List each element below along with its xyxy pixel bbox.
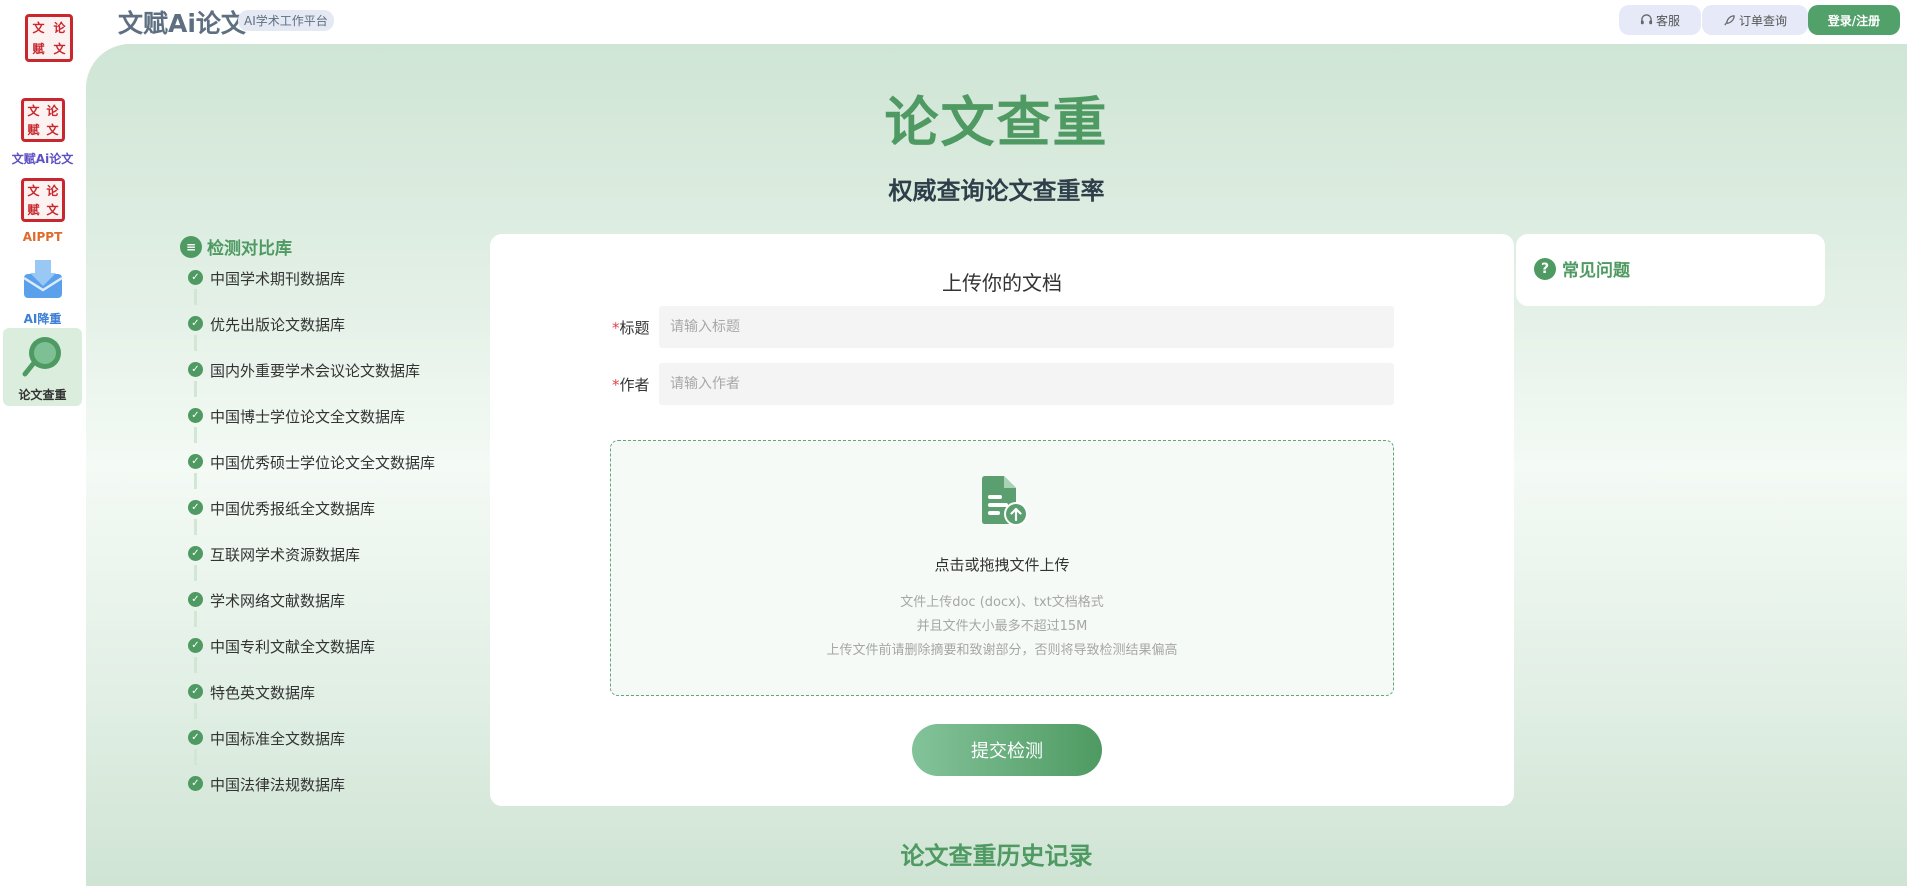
- layers-icon: ≡: [180, 235, 202, 258]
- check-circle-icon: ✓: [188, 500, 203, 515]
- check-circle-icon: ✓: [188, 546, 203, 561]
- dropzone-text: 点击或拖拽文件上传: [934, 556, 1070, 574]
- main-area: 论文查重 权威查询论文查重率 ≡ 检测对比库 ✓ 中国学术期刊数据库 ✓ 优先出版论…: [86, 44, 1907, 886]
- list-item: ✓ 中国学术期刊数据库: [188, 268, 435, 314]
- faq-title: 常见问题: [1562, 261, 1630, 281]
- sidebar-item-label: AIPPT: [22, 230, 63, 244]
- file-upload-icon: [982, 476, 1028, 526]
- sidebar-item-wenfu-ai[interactable]: 文论 赋文 文赋Ai论文: [3, 92, 82, 170]
- db-list: ✓ 中国学术期刊数据库 ✓ 优先出版论文数据库 ✓ 国内外重要学术会议论文数据库 ✓ 中…: [188, 268, 435, 820]
- check-circle-icon: ✓: [188, 592, 203, 607]
- magnifier-icon: [22, 337, 61, 377]
- sidebar-item-plagiarism-check[interactable]: 论文查重: [3, 328, 82, 406]
- list-item: ✓ 中国标准全文数据库: [188, 728, 435, 774]
- check-circle-icon: ✓: [188, 408, 203, 423]
- list-item: ✓ 国内外重要学术会议论文数据库: [188, 360, 435, 406]
- app-logo[interactable]: 文 论 赋 文: [25, 14, 73, 62]
- list-item: ✓ 中国优秀报纸全文数据库: [188, 498, 435, 544]
- order-query-button[interactable]: 订单查询: [1702, 5, 1808, 35]
- check-circle-icon: ✓: [188, 362, 203, 377]
- list-item: ✓ 中国专利文献全文数据库: [188, 636, 435, 682]
- faq-panel[interactable]: ? 常见问题: [1516, 234, 1825, 306]
- db-heading: ≡ 检测对比库: [180, 234, 292, 259]
- check-circle-icon: ✓: [188, 316, 203, 331]
- list-item: ✓ 学术网络文献数据库: [188, 590, 435, 636]
- brand-subtitle-badge: AI学术工作平台: [238, 10, 334, 31]
- list-item: ✓ 中国优秀硕士学位论文全文数据库: [188, 452, 435, 498]
- dropzone-hint: 上传文件前请删除摘要和致谢部分，否则将导致检测结果偏高: [826, 643, 1178, 658]
- author-input[interactable]: [659, 363, 1394, 405]
- page-subtitle: 权威查询论文查重率: [888, 177, 1105, 205]
- check-circle-icon: ✓: [188, 270, 203, 285]
- upload-card: 上传你的文档 *标题 *作者 点击或拖拽文件上传 文件上传doc (docx)、…: [490, 234, 1514, 806]
- download-envelope-icon: [23, 260, 63, 298]
- list-item: ✓ 特色英文数据库: [188, 682, 435, 728]
- upload-card-title: 上传你的文档: [942, 271, 1062, 295]
- check-circle-icon: ✓: [188, 776, 203, 791]
- sidebar-item-label: 文赋Ai论文: [11, 152, 74, 166]
- dropzone-hint: 并且文件大小最多不超过15M: [916, 619, 1088, 634]
- list-item: ✓ 中国法律法规数据库: [188, 774, 435, 820]
- ppt-seal-icon: 文论 赋文: [21, 178, 65, 222]
- rocket-icon: [1724, 14, 1735, 25]
- author-label: *作者: [612, 376, 650, 394]
- wenfu-seal-icon: 文论 赋文: [21, 98, 65, 142]
- title-label: *标题: [612, 319, 650, 337]
- sidebar-item-ai-rewrite[interactable]: AI降重: [3, 252, 82, 330]
- sidebar-item-label: 论文查重: [18, 388, 67, 402]
- login-register-button[interactable]: 登录/注册: [1808, 5, 1900, 35]
- page-title: 论文查重: [884, 91, 1109, 154]
- sidebar-item-label: AI降重: [23, 312, 62, 326]
- dropzone-hint: 文件上传doc (docx)、txt文档格式: [900, 595, 1104, 610]
- file-dropzone[interactable]: 点击或拖拽文件上传 文件上传doc (docx)、txt文档格式 并且文件大小最…: [610, 440, 1394, 696]
- sidebar-item-aippt[interactable]: 文论 赋文 AIPPT: [3, 172, 82, 250]
- check-circle-icon: ✓: [188, 684, 203, 699]
- check-circle-icon: ✓: [188, 730, 203, 745]
- brand-title: 文赋Ai论文: [118, 9, 246, 38]
- check-circle-icon: ✓: [188, 454, 203, 469]
- title-input[interactable]: [659, 306, 1394, 348]
- list-item: ✓ 中国博士学位论文全文数据库: [188, 406, 435, 452]
- history-title: 论文查重历史记录: [900, 842, 1093, 870]
- service-button[interactable]: 客服: [1619, 5, 1701, 35]
- list-item: ✓ 优先出版论文数据库: [188, 314, 435, 360]
- check-circle-icon: ✓: [188, 638, 203, 653]
- sidebar: 文 论 赋 文 文论 赋文 文赋Ai论文 文论 赋文 AIPPT AI降重 论文…: [0, 0, 86, 886]
- list-item: ✓ 互联网学术资源数据库: [188, 544, 435, 590]
- question-icon: ?: [1534, 257, 1556, 280]
- headset-icon: [1640, 13, 1653, 24]
- submit-check-button[interactable]: 提交检测: [912, 724, 1102, 776]
